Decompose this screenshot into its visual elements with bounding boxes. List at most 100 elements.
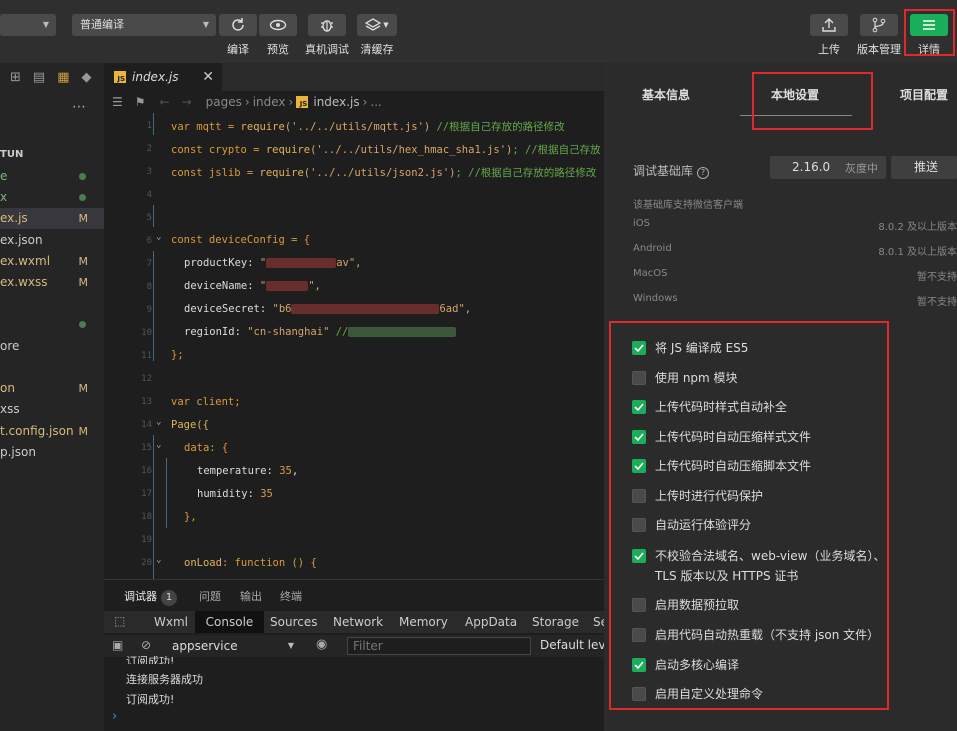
platform-version: 8.0.1 及以上版本: [878, 247, 957, 258]
checkbox-checked[interactable]: [632, 400, 646, 414]
breadcrumb-item[interactable]: index.js: [313, 95, 359, 109]
check-icon: [634, 403, 644, 411]
file-tree-item[interactable]: on M: [0, 378, 104, 399]
checkbox-unchecked[interactable]: [632, 489, 646, 503]
tab-storage[interactable]: Storage: [532, 611, 579, 633]
checkbox-unchecked[interactable]: [632, 687, 646, 701]
tab-output[interactable]: 输出: [240, 588, 262, 604]
sidebar-toggle-icon[interactable]: ▣: [112, 638, 123, 652]
setting-option[interactable]: 启用数据预拉取: [632, 595, 892, 615]
compile-mode-select[interactable]: 普通编译 ▼: [72, 14, 216, 36]
file-tree-item[interactable]: t.config.json M: [0, 421, 104, 442]
setting-option[interactable]: 启用自定义处理命令: [632, 684, 892, 704]
close-icon[interactable]: ✕: [202, 69, 214, 85]
setting-option[interactable]: 启用代码自动热重载（不支持 json 文件）: [632, 625, 892, 645]
checkbox-checked[interactable]: [632, 549, 646, 563]
checkbox-checked[interactable]: [632, 459, 646, 473]
base-lib-select[interactable]: 2.16.0 灰度中: [770, 156, 886, 179]
option-label: 启用数据预拉取: [655, 598, 740, 612]
chevron-down-icon[interactable]: ⌄: [156, 555, 161, 565]
setting-option[interactable]: 上传代码时自动压缩脚本文件: [632, 456, 892, 476]
tab-local-settings[interactable]: 本地设置: [771, 86, 819, 103]
file-tree-item[interactable]: xss: [0, 399, 104, 420]
project-select[interactable]: ▼: [0, 14, 56, 36]
version-manage-button[interactable]: [860, 14, 898, 36]
setting-option[interactable]: 上传代码时自动压缩样式文件: [632, 427, 892, 447]
tab-sources[interactable]: Sources: [270, 611, 317, 633]
line-number: 7: [146, 259, 152, 269]
file-tree-item[interactable]: ex.js M: [0, 208, 104, 229]
tab-console[interactable]: Console: [195, 611, 264, 633]
console-filter-input[interactable]: [347, 637, 531, 655]
tab-project-config[interactable]: 项目配置: [900, 86, 948, 103]
file-tree-item[interactable]: ore: [0, 336, 104, 357]
tab-debugger[interactable]: 调试器 1: [124, 588, 177, 606]
line-number: 9: [146, 305, 152, 315]
code-line: temperature: 35,: [197, 465, 299, 477]
file-tree-item[interactable]: x: [0, 187, 104, 208]
checkbox-unchecked[interactable]: [632, 598, 646, 612]
breadcrumb-item[interactable]: pages: [206, 95, 242, 109]
docker-icon[interactable]: ◆: [82, 70, 92, 85]
tab-terminal[interactable]: 终端: [280, 588, 302, 604]
console-prompt[interactable]: ›: [112, 709, 117, 724]
setting-option[interactable]: 启动多核心编译: [632, 655, 892, 675]
tab-basic-info[interactable]: 基本信息: [642, 86, 690, 103]
file-tree-item[interactable]: [0, 314, 104, 335]
tab-network[interactable]: Network: [333, 611, 383, 633]
list-icon[interactable]: ☰: [112, 95, 123, 109]
help-icon[interactable]: ?: [697, 167, 710, 179]
setting-option[interactable]: 不校验合法域名、web-view（业务域名）、TLS 版本以及 HTTPS 证书: [632, 546, 892, 586]
breadcrumb-item[interactable]: ...: [370, 95, 381, 109]
checkbox-checked[interactable]: [632, 658, 646, 672]
chevron-down-icon[interactable]: ⌄: [156, 440, 161, 450]
file-tree-item[interactable]: ex.wxss M: [0, 272, 104, 293]
tab-index-js[interactable]: JS index.js ✕: [104, 63, 222, 91]
code-line: regionId: "cn-shanghai" //: [184, 326, 457, 338]
eye-icon[interactable]: ◉: [316, 637, 327, 652]
tab-appdata[interactable]: AppData: [465, 611, 517, 633]
preview-button[interactable]: [259, 14, 297, 36]
forward-arrow-icon[interactable]: →: [182, 95, 192, 109]
more-icon[interactable]: ⋯: [72, 99, 86, 115]
tab-problems[interactable]: 问题: [199, 588, 221, 604]
back-arrow-icon[interactable]: ←: [160, 95, 170, 109]
remote-debug-button[interactable]: [308, 14, 346, 36]
bookmark-icon[interactable]: ⚑: [135, 95, 146, 109]
inspect-icon[interactable]: ⬚: [114, 614, 125, 628]
file-tree-item[interactable]: p.json: [0, 442, 104, 463]
setting-option[interactable]: 自动运行体验评分: [632, 515, 892, 535]
breadcrumb-item[interactable]: index: [253, 95, 286, 109]
setting-option[interactable]: 上传时进行代码保护: [632, 486, 892, 506]
clear-console-icon[interactable]: ⊘: [141, 638, 151, 652]
checkbox-unchecked[interactable]: [632, 628, 646, 642]
push-button[interactable]: 推送: [891, 156, 957, 179]
extensions-icon[interactable]: ⊞: [10, 70, 21, 85]
line-number: 16: [141, 466, 152, 476]
file-tree-item[interactable]: [0, 293, 104, 314]
setting-option[interactable]: 上传代码时样式自动补全: [632, 397, 892, 417]
upload-button[interactable]: [810, 14, 848, 36]
chevron-down-icon[interactable]: ⌄: [156, 232, 161, 242]
setting-option[interactable]: 使用 npm 模块: [632, 368, 892, 388]
details-button[interactable]: [910, 14, 948, 36]
tab-memory[interactable]: Memory: [399, 611, 448, 633]
file-tree-item[interactable]: [0, 357, 104, 378]
tab-wxml[interactable]: Wxml: [154, 611, 188, 633]
checkbox-checked[interactable]: [632, 430, 646, 444]
clear-cache-button[interactable]: ▼: [357, 14, 397, 36]
checkbox-unchecked[interactable]: [632, 371, 646, 385]
compile-button[interactable]: [219, 14, 257, 36]
outline-icon[interactable]: ▤: [33, 70, 45, 85]
js-file-icon[interactable]: ▦: [57, 70, 69, 85]
file-tree-item[interactable]: ex.wxml M: [0, 251, 104, 272]
setting-option[interactable]: 将 JS 编译成 ES5: [632, 338, 892, 358]
checkbox-unchecked[interactable]: [632, 518, 646, 532]
checkbox-checked[interactable]: [632, 341, 646, 355]
file-tree-item[interactable]: ex.json: [0, 230, 104, 251]
context-select[interactable]: appservice ▼: [166, 635, 298, 657]
version-manage-label: 版本管理: [857, 43, 901, 56]
file-tree-item[interactable]: e: [0, 166, 104, 187]
code-editor[interactable]: 1 2 3 4 5 6 7 8 9 10 11 12 13 14 15 16 17 18 19 20 var mqtt…: [104, 113, 604, 579]
chevron-down-icon[interactable]: ⌄: [156, 417, 161, 427]
